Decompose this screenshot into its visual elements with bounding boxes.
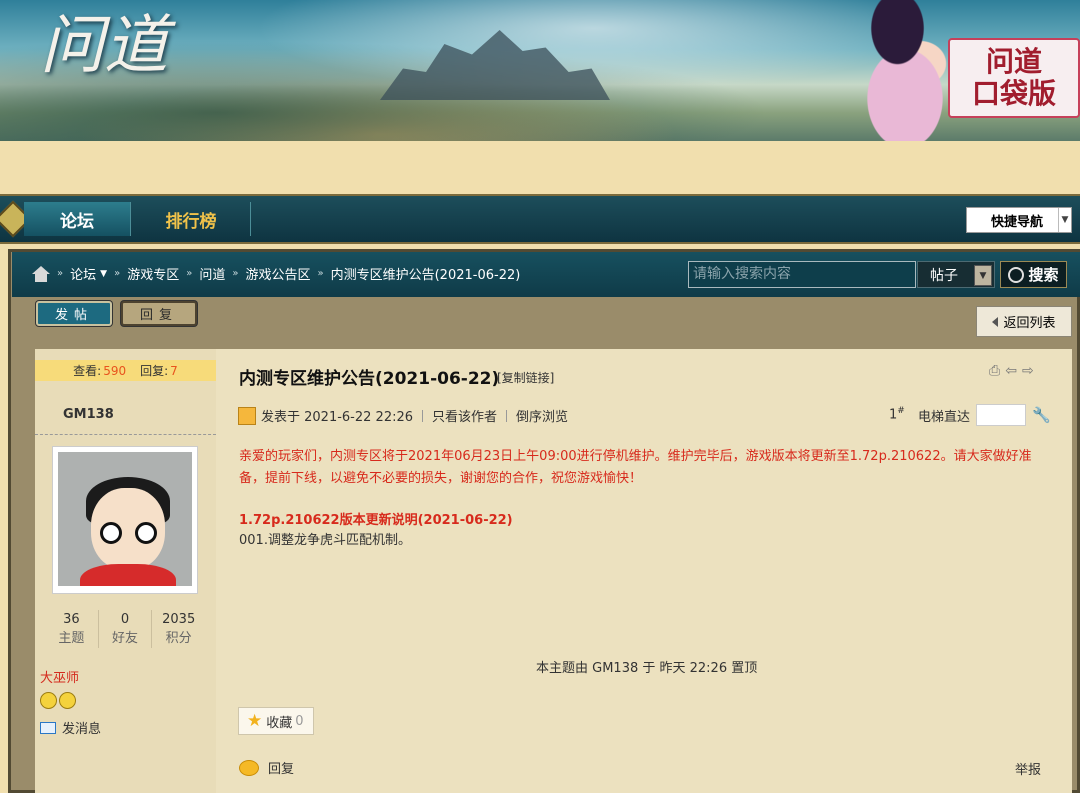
divider: [35, 434, 216, 435]
nav-tab-forum[interactable]: 论坛: [24, 202, 131, 236]
view-count: 590: [103, 363, 127, 378]
title-actions: ⎙ ⇦ ⇨: [989, 363, 1034, 379]
breadcrumb: » 论坛 ▼ » 游戏专区 » 问道 » 游戏公告区 » 内测专区维护公告(20…: [32, 264, 520, 283]
post-status-icon: [238, 406, 256, 425]
author-stat-points[interactable]: 2035 积分: [151, 610, 205, 648]
search-icon: [1008, 266, 1025, 283]
star-icon: ★: [247, 711, 263, 731]
back-to-list-button[interactable]: 返回列表: [976, 306, 1072, 337]
search-type-select[interactable]: 帖子 ▼: [917, 261, 995, 288]
post-meta: 发表于 2021-6-22 22:26 只看该作者 倒序浏览: [238, 406, 568, 425]
rank-star-icon: [40, 692, 57, 709]
breadcrumb-game-zone[interactable]: 游戏专区: [127, 264, 179, 283]
chevron-down-icon: ▼: [1058, 208, 1071, 232]
search-button[interactable]: 搜索: [1000, 261, 1067, 288]
author-stats: 36 主题 0 好友 2035 积分: [45, 610, 205, 648]
author-stat-topics[interactable]: 36 主题: [45, 610, 98, 648]
favorite-count: 0: [295, 713, 304, 729]
wrench-icon[interactable]: 🔧: [1032, 406, 1051, 424]
chevron-down-icon[interactable]: ▼: [100, 269, 107, 279]
pinned-note: 本主题由 GM138 于 昨天 22:26 置顶: [536, 661, 758, 676]
next-thread-icon[interactable]: ⇨: [1022, 363, 1034, 379]
rank-stars: [40, 692, 76, 709]
breadcrumb-wendao[interactable]: 问道: [199, 264, 225, 283]
post-notice-text: 亲爱的玩家们，内测专区将于2021年06月23日上午09:00进行停机维护。维护…: [239, 449, 1032, 486]
header-banner: 问道 问道 口袋版: [0, 0, 1080, 141]
post-reply-link[interactable]: 回复: [239, 758, 294, 777]
update-title: 1.72p.210622版本更新说明(2021-06-22): [239, 513, 513, 528]
author-name[interactable]: GM138: [63, 407, 114, 422]
home-icon[interactable]: [32, 265, 50, 282]
breadcrumb-separator-icon: »: [186, 268, 193, 279]
game-logo: 问道: [40, 9, 168, 83]
search-input[interactable]: 请输入搜索内容: [688, 261, 916, 288]
breadcrumb-separator-icon: »: [114, 268, 121, 279]
chevron-down-icon: ▼: [974, 265, 992, 286]
breadcrumb-separator-icon: »: [57, 268, 64, 279]
thread-stats: 查看: 590 回复: 7: [35, 360, 216, 381]
print-icon[interactable]: ⎙: [989, 363, 1000, 379]
game-seal-logo: 问道 口袋版: [948, 38, 1080, 118]
rank-star-icon: [59, 692, 76, 709]
floor-number[interactable]: 1#: [889, 406, 905, 422]
send-message-link[interactable]: 发消息: [40, 718, 101, 737]
copy-link[interactable]: [复制链接]: [497, 369, 554, 386]
author-rank[interactable]: 大巫师: [40, 667, 79, 686]
reply-bubble-icon: [239, 759, 259, 776]
author-stat-friends[interactable]: 0 好友: [97, 610, 152, 648]
only-author-link[interactable]: 只看该作者: [432, 406, 497, 425]
reverse-order-link[interactable]: 倒序浏览: [516, 406, 568, 425]
avatar[interactable]: [52, 446, 198, 594]
reply-button[interactable]: 回复: [121, 301, 197, 326]
quick-nav-button[interactable]: 快捷导航 ▼: [966, 207, 1072, 233]
page-title: 内测专区维护公告(2021-06-22): [239, 369, 500, 389]
jump-to-floor-label: 电梯直达: [918, 410, 971, 425]
reply-count: 7: [170, 363, 178, 378]
report-link[interactable]: 举报: [1015, 759, 1041, 778]
chevron-left-icon: [992, 316, 999, 327]
breadcrumb-announcements[interactable]: 游戏公告区: [245, 264, 310, 283]
post-timestamp: 发表于 2021-6-22 22:26: [261, 410, 414, 425]
main-nav: 论坛 排行榜: [0, 194, 1080, 244]
breadcrumb-separator-icon: »: [317, 268, 324, 279]
update-item: 001.调整龙争虎斗匹配机制。: [239, 533, 411, 548]
mail-icon: [40, 721, 56, 734]
breadcrumb-forum[interactable]: 论坛: [70, 264, 96, 283]
breadcrumb-current-thread[interactable]: 内测专区维护公告(2021-06-22): [331, 264, 521, 283]
prev-thread-icon[interactable]: ⇦: [1005, 363, 1017, 379]
nav-tab-ranking[interactable]: 排行榜: [132, 202, 251, 236]
new-post-button[interactable]: 发帖: [36, 301, 112, 326]
jump-to-floor-input[interactable]: [976, 404, 1026, 426]
favorite-button[interactable]: ★ 收藏 0: [238, 707, 314, 735]
breadcrumb-separator-icon: »: [232, 268, 239, 279]
